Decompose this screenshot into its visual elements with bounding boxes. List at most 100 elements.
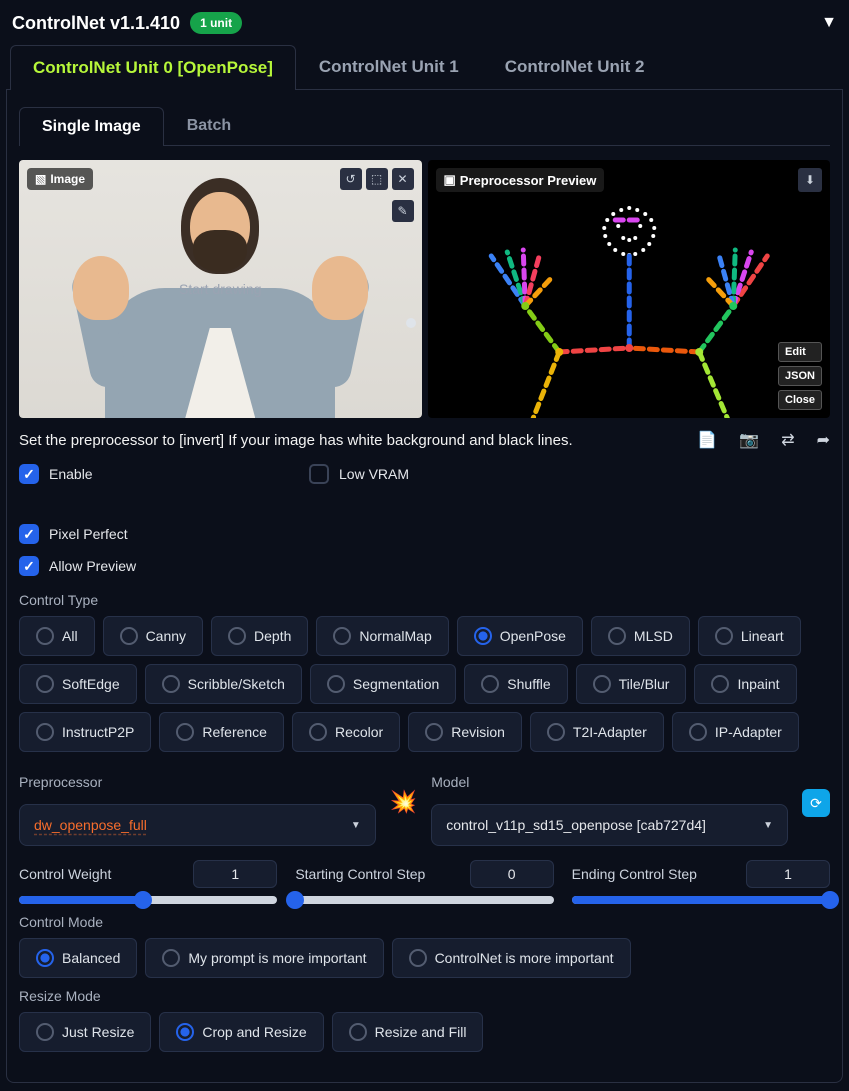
chevron-down-icon: ▼ <box>763 820 773 831</box>
model-select[interactable]: control_v11p_sd15_openpose [cab727d4] ▼ <box>431 804 788 846</box>
end-step-slider[interactable]: Ending Control Step 1 <box>572 860 830 904</box>
checkmark-icon: ✓ <box>19 524 39 544</box>
low-vram-checkbox[interactable]: Low VRAM <box>309 464 559 484</box>
json-pose-button[interactable]: JSON <box>778 366 822 386</box>
mode-tabs: Single Image Batch <box>19 106 830 146</box>
control-type-option-openpose[interactable]: OpenPose <box>457 616 583 656</box>
radio-dot-icon <box>176 723 194 741</box>
control-type-option-label: Canny <box>146 628 186 644</box>
radio-dot-icon <box>547 723 565 741</box>
pencil-icon[interactable]: ✎ <box>392 200 414 222</box>
control-type-option-softedge[interactable]: SoftEdge <box>19 664 137 704</box>
preview-image-box: ▣ Preprocessor Preview ⬇ Edit JSON Close <box>428 160 831 418</box>
camera-icon[interactable]: 📷 <box>739 430 759 450</box>
radio-dot-icon <box>608 627 626 645</box>
resize-mode-option-just-resize[interactable]: Just Resize <box>19 1012 151 1052</box>
control-type-option-canny[interactable]: Canny <box>103 616 203 656</box>
start-step-label: Starting Control Step <box>295 866 425 882</box>
radio-dot-icon <box>36 627 54 645</box>
control-type-option-shuffle[interactable]: Shuffle <box>464 664 567 704</box>
radio-dot-icon <box>409 949 427 967</box>
control-mode-option-my-prompt-is-more-important[interactable]: My prompt is more important <box>145 938 383 978</box>
control-mode-option-label: Balanced <box>62 950 120 966</box>
model-label: Model <box>431 774 788 790</box>
collapse-caret-icon[interactable]: ▼ <box>821 14 837 32</box>
pixel-perfect-label: Pixel Perfect <box>49 526 128 542</box>
tab-unit-0[interactable]: ControlNet Unit 0 [OpenPose] <box>10 45 296 90</box>
control-type-group: All Canny Depth NormalMap OpenPoseMLSDLinear… <box>19 616 830 752</box>
control-type-option-instructp2p[interactable]: InstructP2P <box>19 712 151 752</box>
tab-unit-2[interactable]: ControlNet Unit 2 <box>482 44 668 89</box>
control-type-option-label: Shuffle <box>507 676 550 692</box>
preprocessor-select[interactable]: dw_openpose_full ▼ <box>19 804 376 846</box>
control-weight-label: Control Weight <box>19 866 111 882</box>
control-type-option-label: Tile/Blur <box>619 676 670 692</box>
draw-handle[interactable] <box>406 318 416 328</box>
image-source-text: Image <box>50 172 85 186</box>
enable-checkbox[interactable]: ✓ Enable <box>19 464 269 484</box>
doc-icon[interactable]: 📄 <box>697 430 717 450</box>
refresh-models-icon[interactable]: ⟳ <box>802 789 830 817</box>
control-type-option-reference[interactable]: Reference <box>159 712 284 752</box>
edit-pose-button[interactable]: Edit <box>778 342 822 362</box>
radio-dot-icon <box>36 723 54 741</box>
checkmark-icon: ✓ <box>19 556 39 576</box>
tab-unit-1[interactable]: ControlNet Unit 1 <box>296 44 482 89</box>
stack-icon: ▣ <box>444 172 456 188</box>
swap-icon[interactable]: ⇄ <box>781 430 794 450</box>
control-type-option-tile-blur[interactable]: Tile/Blur <box>576 664 687 704</box>
radio-dot-icon <box>36 675 54 693</box>
control-weight-value[interactable]: 1 <box>193 860 277 888</box>
control-type-option-label: Recolor <box>335 724 383 740</box>
run-preprocessor-icon[interactable]: 💥 <box>390 789 417 821</box>
control-type-option-lineart[interactable]: Lineart <box>698 616 801 656</box>
control-type-option-label: Segmentation <box>353 676 439 692</box>
radio-dot-icon <box>36 949 54 967</box>
control-type-option-normalmap[interactable]: NormalMap <box>316 616 448 656</box>
control-type-option-all[interactable]: All <box>19 616 95 656</box>
control-type-option-label: Depth <box>254 628 291 644</box>
control-type-option-label: SoftEdge <box>62 676 120 692</box>
control-type-option-scribble-sketch[interactable]: Scribble/Sketch <box>145 664 302 704</box>
resize-mode-option-resize-and-fill[interactable]: Resize and Fill <box>332 1012 484 1052</box>
radio-dot-icon <box>309 723 327 741</box>
undo-icon[interactable]: ↺ <box>340 168 362 190</box>
close-icon[interactable]: ✕ <box>392 168 414 190</box>
end-step-value[interactable]: 1 <box>746 860 830 888</box>
panel-title: ControlNet v1.1.410 <box>12 13 180 34</box>
resize-mode-option-crop-and-resize[interactable]: Crop and Resize <box>159 1012 323 1052</box>
control-type-option-depth[interactable]: Depth <box>211 616 308 656</box>
control-type-option-mlsd[interactable]: MLSD <box>591 616 690 656</box>
allow-preview-checkbox[interactable]: ✓ Allow Preview <box>19 556 269 576</box>
resize-mode-option-label: Crop and Resize <box>202 1024 306 1040</box>
checkmark-icon: ✓ <box>19 464 39 484</box>
control-type-option-label: Reference <box>202 724 267 740</box>
control-type-option-label: Revision <box>451 724 505 740</box>
download-icon[interactable]: ⬇ <box>798 168 822 192</box>
start-step-value[interactable]: 0 <box>470 860 554 888</box>
source-image-box[interactable]: ▧ Image ↺ ⬚ ✕ ✎ Start drawing <box>19 160 422 418</box>
control-mode-option-controlnet-is-more-important[interactable]: ControlNet is more important <box>392 938 631 978</box>
tab-single-image[interactable]: Single Image <box>19 107 164 146</box>
radio-dot-icon <box>715 627 733 645</box>
clear-icon[interactable]: ⬚ <box>366 168 388 190</box>
model-value: control_v11p_sd15_openpose [cab727d4] <box>446 817 706 833</box>
send-icon[interactable]: ➦ <box>817 430 830 450</box>
control-type-option-ip-adapter[interactable]: IP-Adapter <box>672 712 799 752</box>
control-type-option-revision[interactable]: Revision <box>408 712 522 752</box>
control-mode-option-balanced[interactable]: Balanced <box>19 938 137 978</box>
control-type-option-t2i-adapter[interactable]: T2I-Adapter <box>530 712 664 752</box>
start-step-slider[interactable]: Starting Control Step 0 <box>295 860 553 904</box>
control-type-option-label: NormalMap <box>359 628 431 644</box>
control-type-option-label: InstructP2P <box>62 724 134 740</box>
control-type-option-recolor[interactable]: Recolor <box>292 712 400 752</box>
radio-dot-icon <box>162 949 180 967</box>
tab-batch[interactable]: Batch <box>164 106 254 145</box>
control-type-option-segmentation[interactable]: Segmentation <box>310 664 456 704</box>
radio-dot-icon <box>593 675 611 693</box>
radio-dot-icon <box>425 723 443 741</box>
pixel-perfect-checkbox[interactable]: ✓ Pixel Perfect <box>19 524 269 544</box>
close-pose-button[interactable]: Close <box>778 390 822 410</box>
control-weight-slider[interactable]: Control Weight 1 <box>19 860 277 904</box>
control-type-option-inpaint[interactable]: Inpaint <box>694 664 796 704</box>
